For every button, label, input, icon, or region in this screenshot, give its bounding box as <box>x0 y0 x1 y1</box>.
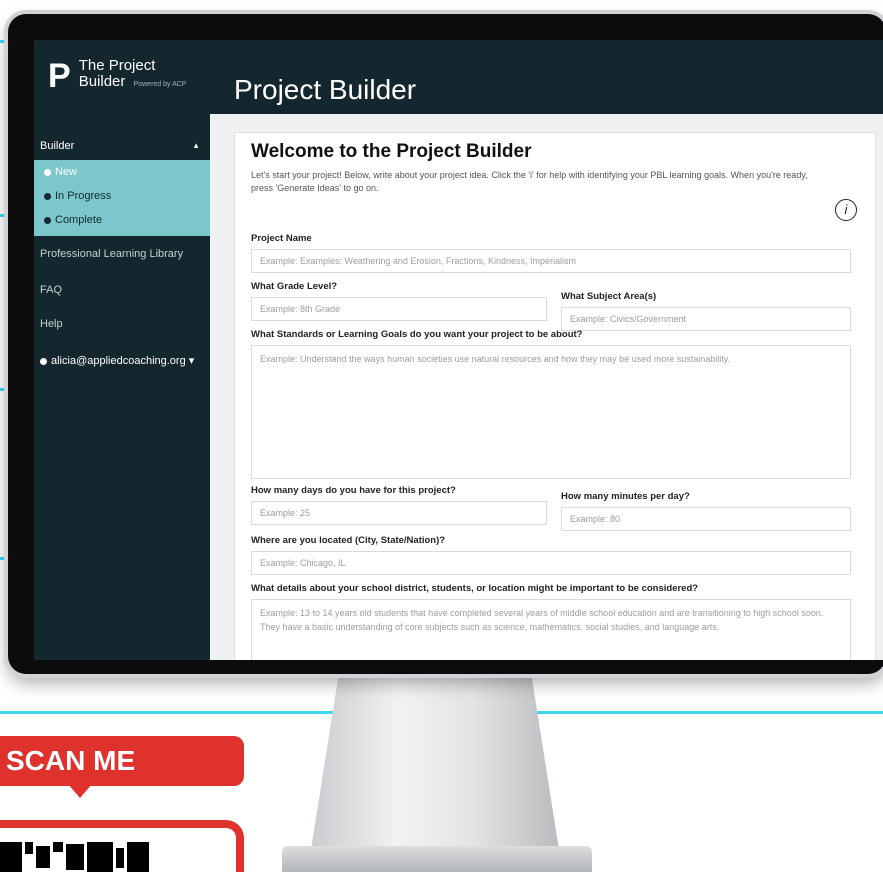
submenu-item-in-progress[interactable]: In Progress <box>34 184 210 208</box>
nav-link-library[interactable]: Professional Learning Library <box>34 248 183 260</box>
submenu-label: In Progress <box>55 190 112 202</box>
screen: P The Project Builder Powered by ACP Bui… <box>34 40 883 660</box>
user-menu[interactable]: alicia@appliedcoaching.org ▾ <box>34 354 194 367</box>
standards-textarea[interactable]: Example: Understand the ways human socie… <box>251 345 851 479</box>
submenu-label: Complete <box>55 214 103 226</box>
nav-link-help[interactable]: Help <box>34 318 63 330</box>
nav-link-faq[interactable]: FAQ <box>34 284 62 296</box>
days-input[interactable]: Example: 25 <box>251 501 547 525</box>
monitor: P The Project Builder Powered by ACP Bui… <box>8 14 883 674</box>
logo-line2: Builder <box>78 73 126 90</box>
details-label: What details about your school district,… <box>251 583 699 594</box>
logo-sub: Powered by ACP <box>133 81 187 88</box>
bullet-icon <box>44 192 51 200</box>
subject-input[interactable]: Example: Civics/Government <box>561 307 851 331</box>
info-icon[interactable]: i <box>835 199 857 221</box>
location-label: Where are you located (City, State/Natio… <box>251 535 446 546</box>
project-form: Welcome to the Project Builder Let's sta… <box>234 132 876 660</box>
monitor-base <box>282 846 592 872</box>
nav-builder-toggle[interactable]: Builder ▲ <box>34 132 210 160</box>
days-label: How many days do you have for this proje… <box>251 485 456 496</box>
scan-me-badge: SCAN ME <box>0 736 244 786</box>
header: Project Builder <box>210 40 883 114</box>
sidebar: P The Project Builder Powered by ACP Bui… <box>34 40 210 660</box>
submenu-item-new[interactable]: New <box>34 160 210 184</box>
project-name-input[interactable]: Example: Examples: Weathering and Erosio… <box>251 249 851 273</box>
subject-label: What Subject Area(s) <box>561 291 657 302</box>
scan-badge-tail <box>68 784 92 798</box>
nav-builder-label: Builder <box>40 140 75 152</box>
details-textarea[interactable]: Example: 13 to 14 years old students tha… <box>251 599 851 660</box>
bullet-icon <box>44 168 51 176</box>
form-intro: Let's start your project! Below, write a… <box>251 170 808 193</box>
logo-line2-wrap: Builder Powered by ACP <box>79 74 187 93</box>
monitor-stand <box>310 666 560 856</box>
logo-line1: The Project <box>78 57 156 74</box>
minutes-label: How many minutes per day? <box>561 491 690 502</box>
project-name-label: Project Name <box>251 233 312 244</box>
logo-wordmark: The Project Builder Powered by ACP <box>79 58 187 93</box>
standards-label: What Standards or Learning Goals do you … <box>251 329 583 340</box>
form-heading: Welcome to the Project Builder <box>251 141 532 162</box>
location-input[interactable]: Example: Chicago, IL <box>251 551 851 575</box>
minutes-input[interactable]: Example: 80 <box>561 507 851 531</box>
grade-input[interactable]: Example: 8th Grade <box>251 297 547 321</box>
submenu-label: New <box>55 166 78 178</box>
logo[interactable]: P The Project Builder Powered by ACP <box>48 58 186 93</box>
logo-p-icon: P <box>48 56 71 95</box>
submenu-item-complete[interactable]: Complete <box>34 208 210 232</box>
user-email: alicia@appliedcoaching.org <box>51 355 186 367</box>
caret-down-icon: ▾ <box>188 355 195 367</box>
page-title: Project Builder <box>234 74 417 105</box>
caret-up-icon: ▲ <box>192 141 200 150</box>
builder-submenu: New In Progress Complete <box>34 160 210 236</box>
bullet-icon <box>44 216 51 224</box>
grade-label: What Grade Level? <box>251 281 338 292</box>
user-icon <box>40 357 47 365</box>
qr-code-icon[interactable] <box>0 838 230 872</box>
